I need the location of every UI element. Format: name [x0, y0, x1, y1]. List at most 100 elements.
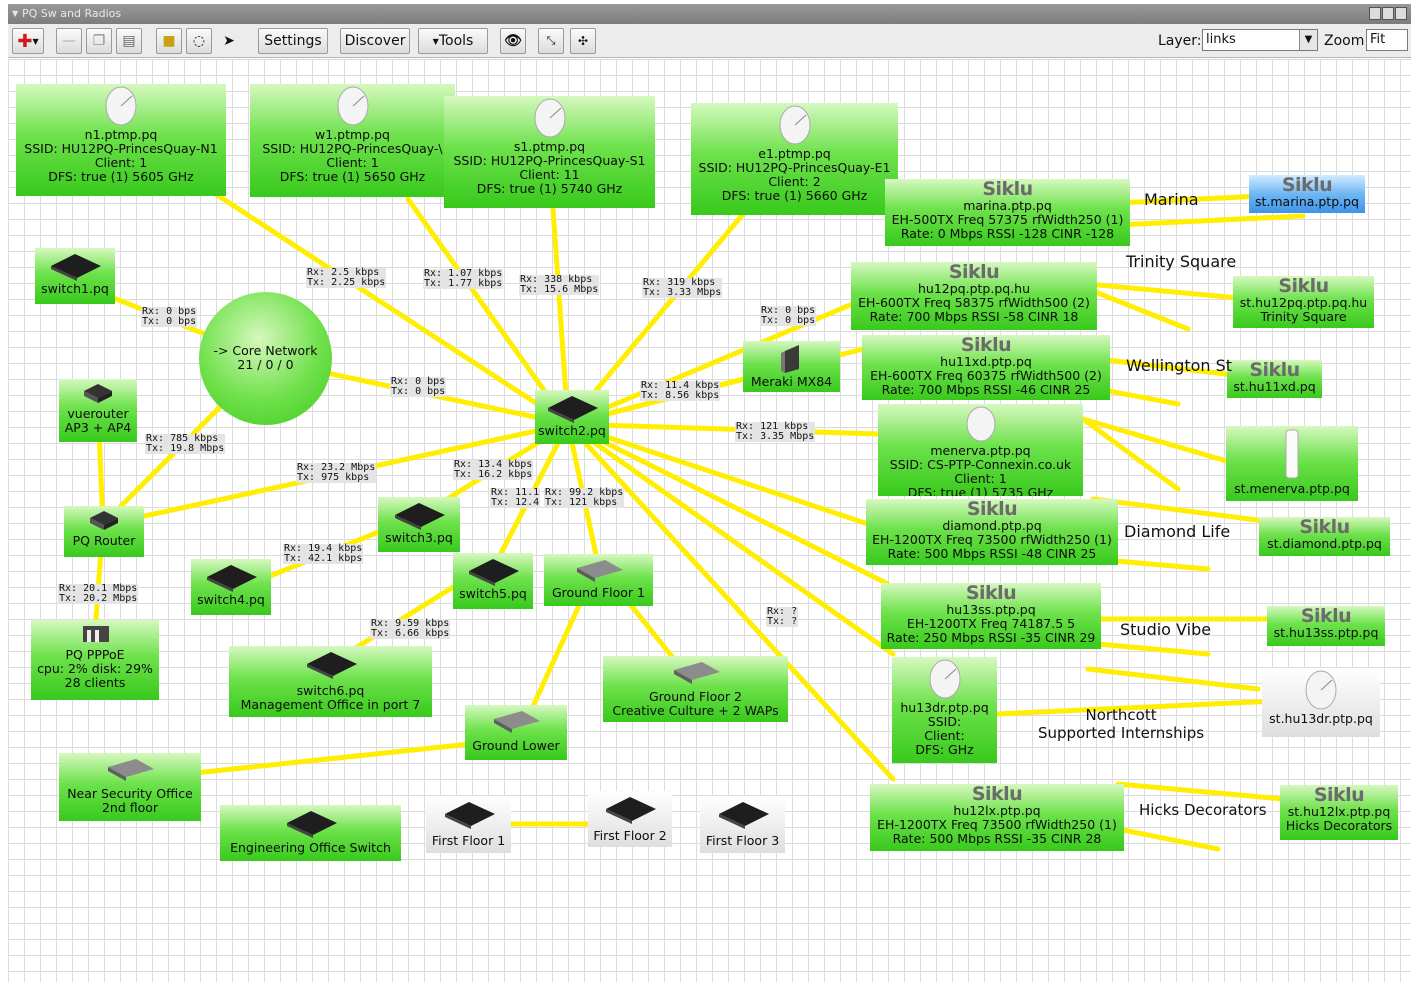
maximize-icon[interactable] — [1395, 7, 1407, 20]
add-icon[interactable]: ✚ ▼ — [12, 28, 44, 54]
siklu-logo: Siklu — [1300, 606, 1352, 627]
dish-antenna-icon — [1305, 670, 1337, 710]
link-line[interactable] — [1085, 286, 1191, 332]
discover-button[interactable]: Discover — [340, 28, 410, 54]
switch2-node[interactable]: switch2.pq — [535, 390, 609, 444]
router-icon — [90, 511, 118, 530]
switch-icon — [306, 652, 357, 679]
st-hu11xd-ptp-node[interactable]: Siklu st.hu11xd.pq — [1227, 360, 1322, 398]
switch4-node[interactable]: switch4.pq — [191, 559, 271, 615]
hu13dr-ptp-node[interactable]: hu13dr.ptp.pq SSID: Client: DFS: GHz — [892, 657, 997, 763]
vuerouter-node[interactable]: vuerouter AP3 + AP4 — [59, 379, 137, 442]
traffic-label: Rx: 11.1 Tx: 12.4 — [490, 487, 541, 508]
link-line[interactable] — [1115, 826, 1221, 852]
chevron-down-icon[interactable]: ▼ — [1299, 30, 1317, 50]
collapse-triangle-icon[interactable]: ▼ — [12, 4, 18, 24]
marina-ptp-node[interactable]: Siklu marina.ptp.pq EH-500TX Freq 57375 … — [885, 179, 1130, 246]
siklu-logo: Siklu — [982, 179, 1033, 200]
pq-pppoe-node[interactable]: PQ PPPoE cpu: 2% disk: 29% 28 clients — [31, 620, 159, 700]
link-line[interactable] — [565, 421, 881, 437]
siklu-logo: Siklu — [1249, 360, 1300, 381]
link-line[interactable] — [1095, 386, 1181, 407]
siklu-logo: Siklu — [960, 335, 1012, 356]
hu13ss-ptp-node[interactable]: Siklu hu13ss.ptp.pq EH-1200TX Freq 74187… — [881, 583, 1101, 649]
traffic-label: Rx: 1.07 kbps Tx: 1.77 kbps — [423, 268, 504, 289]
traffic-label: Rx: 338 kbps Tx: 15.6 Mbps — [519, 274, 600, 295]
switch-icon — [207, 565, 257, 592]
s1-ptmp-node[interactable]: s1.ptmp.pq SSID: HU12PQ-PrincesQuay-S1 C… — [444, 96, 655, 208]
settings-button[interactable]: Settings — [258, 28, 328, 54]
traffic-label: Rx: 0 bps Tx: 0 bps — [390, 376, 447, 397]
siklu-logo: Siklu — [966, 499, 1018, 520]
link-line[interactable] — [1080, 416, 1181, 492]
switch-icon — [606, 797, 656, 824]
traffic-label: Rx: 0 bps Tx: 0 bps — [141, 306, 198, 327]
switch1-node[interactable]: switch1.pq — [35, 248, 115, 304]
siklu-logo: Siklu — [1281, 175, 1333, 196]
siklu-logo: Siklu — [1278, 276, 1329, 297]
hu11xd-ptp-node[interactable]: Siklu hu11xd.ptp.pq EH-600TX Freq 60375 … — [862, 335, 1110, 400]
pq-router-node[interactable]: PQ Router — [64, 506, 144, 557]
tile-icon[interactable] — [1369, 7, 1381, 20]
zoom-select[interactable]: Fit — [1366, 29, 1408, 51]
expand-icon[interactable]: ✣ — [570, 28, 596, 54]
switch5-node[interactable]: switch5.pq — [453, 553, 533, 609]
window-controls — [1369, 7, 1407, 20]
switch-icon — [576, 560, 623, 582]
st-hu13ss-ptp-node[interactable]: Siklu st.hu13ss.ptp.pq — [1267, 606, 1385, 646]
copy-icon[interactable]: ❐ — [86, 28, 112, 54]
switch-icon — [494, 711, 540, 733]
st-hu13dr-ptp-node[interactable]: st.hu13dr.ptp.pq — [1262, 668, 1380, 737]
traffic-label: Rx: 11.4 kbps Tx: 8.56 kbps — [640, 380, 721, 401]
binoculars-icon[interactable]: 👁 — [500, 28, 526, 54]
switch-icon — [718, 802, 769, 829]
window-titlebar: ▼ PQ Sw and Radios — [8, 4, 1411, 24]
traffic-label: Rx: 0 bps Tx: 0 bps — [760, 305, 817, 326]
diamond-ptp-node[interactable]: Siklu diamond.ptp.pq EH-1200TX Freq 7350… — [866, 499, 1118, 565]
minimize-icon[interactable] — [1382, 7, 1394, 20]
first-floor-3-node[interactable]: First Floor 3 — [700, 796, 785, 853]
ground-lower-node[interactable]: Ground Lower — [465, 705, 567, 760]
link-label-marina: Marina — [1144, 190, 1199, 209]
st-hu12lx-ptp-node[interactable]: Siklu st.hu12lx.ptp.pq Hicks Decorators — [1280, 785, 1398, 840]
link-line[interactable] — [1095, 641, 1211, 657]
meraki-node[interactable]: Meraki MX84 — [743, 341, 840, 392]
switch3-node[interactable]: switch3.pq — [378, 497, 460, 552]
hu12lx-ptp-node[interactable]: Siklu hu12lx.ptp.pq EH-1200TX Freq 73500… — [870, 784, 1124, 851]
switch6-node[interactable]: switch6.pq Management Office in port 7 — [229, 646, 432, 717]
link-line[interactable] — [565, 421, 896, 657]
tools-button[interactable]: ▼ Tools — [418, 28, 488, 54]
lasso-icon[interactable]: ◌ — [186, 28, 212, 54]
switch-icon — [108, 759, 154, 781]
st-menerva-ptp-node[interactable]: st.menerva.ptp.pq — [1226, 426, 1358, 501]
e1-ptmp-node[interactable]: e1.ptmp.pq SSID: HU12PQ-PrincesQuay-E1 C… — [691, 103, 898, 215]
st-diamond-ptp-node[interactable]: Siklu st.diamond.ptp.pq — [1259, 517, 1390, 556]
hu12pq-ptp-node[interactable]: Siklu hu12pq.ptp.pq.hu EH-600TX Freq 583… — [851, 262, 1097, 330]
traffic-label: Rx: 20.1 Mbps Tx: 20.2 Mbps — [58, 583, 139, 604]
layer-select[interactable]: links ▼ — [1202, 29, 1318, 51]
switch-icon — [286, 811, 337, 838]
pointer-icon[interactable]: ➤ — [216, 28, 242, 54]
layer-label: Layer: — [1158, 33, 1202, 49]
st-marina-ptp-node[interactable]: Siklu st.marina.ptp.pq — [1249, 175, 1365, 213]
st-hu12pq-ptp-node[interactable]: Siklu st.hu12pq.ptp.pq.hu Trinity Square — [1233, 276, 1374, 328]
minus-icon[interactable]: — — [56, 28, 82, 54]
link-label-studio-vibe: Studio Vibe — [1120, 620, 1212, 639]
panel-antenna-icon — [1285, 429, 1299, 479]
n1-ptmp-node[interactable]: n1.ptmp.pq SSID: HU12PQ-PrincesQuay-N1 C… — [16, 84, 226, 196]
paste-icon[interactable]: ▤ — [116, 28, 142, 54]
core-network-node[interactable]: -> Core Network 21 / 0 / 0 — [199, 292, 332, 425]
link-line[interactable] — [1085, 666, 1261, 692]
engineering-office-switch-node[interactable]: Engineering Office Switch — [220, 805, 401, 861]
lock-icon[interactable]: ■ — [156, 28, 182, 54]
network-map-canvas[interactable]: n1.ptmp.pq SSID: HU12PQ-PrincesQuay-N1 C… — [8, 59, 1411, 982]
menerva-ptp-node[interactable]: menerva.ptp.pq SSID: CS-PTP-Connexin.co.… — [878, 404, 1083, 496]
near-security-office-node[interactable]: Near Security Office 2nd floor — [59, 753, 201, 821]
w1-ptmp-node[interactable]: w1.ptmp.pq SSID: HU12PQ-PrincesQuay-\ Cl… — [250, 84, 455, 197]
first-floor-2-node[interactable]: First Floor 2 — [588, 791, 672, 847]
ground-floor-2-node[interactable]: Ground Floor 2 Creative Culture + 2 WAPs — [603, 656, 788, 722]
first-floor-1-node[interactable]: First Floor 1 — [426, 796, 511, 853]
ground-floor-1-node[interactable]: Ground Floor 1 — [544, 554, 653, 606]
dish-antenna-icon — [534, 98, 565, 138]
collapse-icon[interactable]: ⤡ — [538, 28, 564, 54]
